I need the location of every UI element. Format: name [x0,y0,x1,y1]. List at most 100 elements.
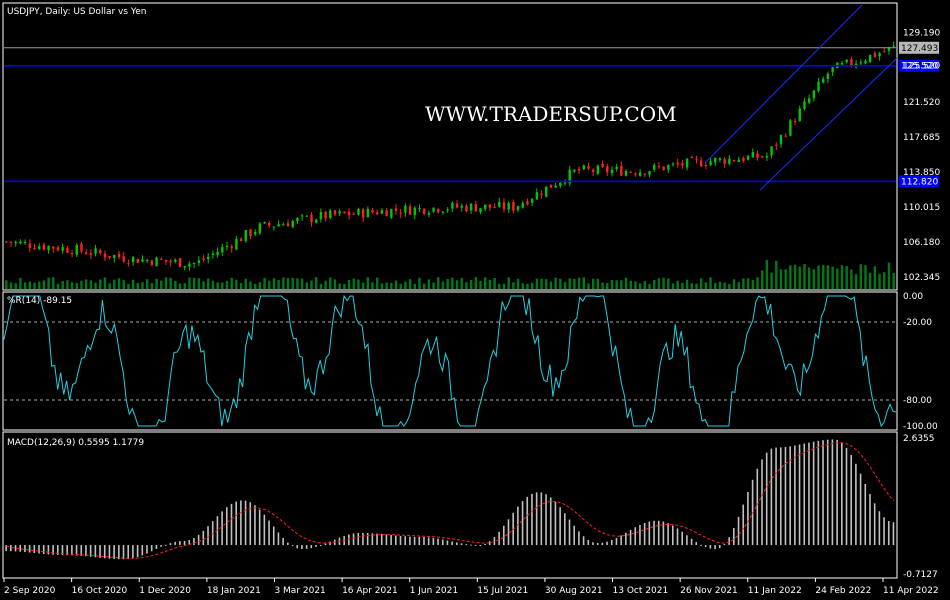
volume-bar [845,266,848,289]
macd-histogram-bar [531,493,533,546]
macd-histogram-bar [695,542,698,546]
macd-histogram-bar [610,540,613,546]
candle-body [268,222,271,226]
candle-body [38,246,41,249]
time-axis-tick-label: 15 Jul 2021 [477,586,528,596]
macd-histogram-bar [545,494,547,546]
volume-bar [521,283,524,289]
candle-body [352,213,355,215]
macd-histogram-bar [761,459,763,546]
macd-histogram-bar [385,534,388,546]
macd-histogram-bar [193,538,195,546]
volume-bar [47,277,50,289]
macd-histogram-bar [446,540,449,546]
time-axis-tick-label: 18 Jan 2021 [207,586,261,596]
macd-histogram-bar [291,545,294,547]
wpr-axis-tick-label: 0.00 [903,292,923,302]
candle-body [202,258,205,260]
candle-body [89,253,93,255]
candle-body [324,211,327,219]
volume-bar [770,272,773,289]
macd-histogram-bar [470,544,472,546]
volume-bar [324,280,327,289]
macd-histogram-bar [676,528,679,546]
candle-body [657,166,661,168]
macd-histogram-bar [103,545,106,559]
volume-bar [305,282,309,289]
macd-histogram-bar [14,545,17,552]
candle-body [235,238,238,250]
macd-histogram-bar [564,513,566,546]
volume-bar [413,283,416,289]
candle-body [826,73,830,79]
macd-histogram-bar [733,527,735,546]
macd-histogram-bar [390,534,392,546]
volume-bar [512,282,515,289]
volume-bar [319,283,323,289]
macd-histogram-bar [747,492,749,546]
volume-bar [174,280,177,289]
trading-chart[interactable]: 125.520 112.820 127.493 129.190 125.520 121.… [0,0,950,600]
candle-body [807,98,811,103]
candle-body [131,257,135,263]
macd-histogram-bar [775,447,777,546]
candle-body [14,241,17,244]
candle-body [859,62,862,64]
volume-bar [620,280,623,289]
volume-bar [854,274,858,289]
volume-bar [56,283,60,289]
volume-bar [446,278,449,289]
volume-bar [690,283,693,289]
candle-body [498,201,501,207]
candle-body [338,211,341,214]
macd-histogram-bar [28,545,31,553]
volume-bar [338,283,341,289]
candle-body [136,258,139,263]
volume-bar [108,283,111,289]
candle-body [465,205,468,212]
macd-histogram-bar [873,503,876,546]
macd-histogram-bar [235,501,237,546]
volume-bar [479,281,482,289]
macd-histogram-bar [784,446,787,546]
candle-body [385,210,388,217]
macd-histogram-bar [136,545,139,558]
volume-bar [638,283,642,289]
volume-bar [601,282,604,289]
volume-bar [634,281,637,289]
volume-bar [695,283,698,289]
candle-body [822,78,825,83]
volume-bar [751,280,755,289]
candle-body [329,210,332,219]
macd-histogram-bar [42,545,45,555]
volume-bar [493,278,496,289]
candle-body [878,53,881,57]
candle-body [606,166,609,173]
candle-body [793,121,797,123]
candle-body [526,201,529,205]
candle-body [80,243,83,252]
macd-histogram-bar [380,533,383,546]
volume-bar [164,277,168,289]
macd-histogram-bar [456,542,458,546]
macd-histogram-bar [502,525,505,546]
volume-bar [624,277,628,289]
macd-histogram-bar [80,545,83,556]
candle-body [404,205,407,213]
macd-histogram-bar [582,536,585,546]
macd-histogram-bar [657,520,660,546]
macd-histogram-bar [855,463,857,546]
macd-histogram-bar [423,537,425,546]
candle-body [399,212,402,214]
macd-series [5,439,895,560]
volume-bar [577,277,581,289]
macd-histogram-bar [568,519,571,546]
macd-histogram-bar [864,483,867,546]
macd-histogram-bar [836,439,838,546]
volume-bar [427,279,431,289]
macd-histogram-bar [19,545,22,552]
macd-histogram-bar [460,543,463,546]
macd-histogram-bar [272,526,275,546]
candle-body [709,161,712,166]
candle-body [296,218,299,222]
